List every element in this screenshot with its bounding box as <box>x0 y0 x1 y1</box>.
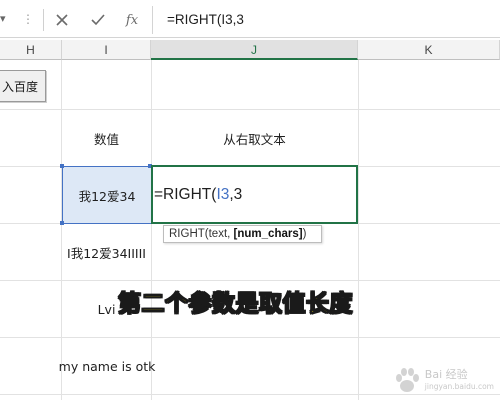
cell-j2-header[interactable]: 从右取文本 <box>151 110 358 166</box>
grid-line <box>358 60 359 400</box>
name-box-dropdown-icon[interactable]: ▾ <box>0 12 14 30</box>
insert-function-button[interactable]: fx <box>120 9 144 31</box>
paw-logo-icon <box>395 368 419 392</box>
tooltip-arg-num-chars[interactable]: [num_chars] <box>234 228 303 240</box>
watermark-main: Bai 经验 <box>424 368 468 381</box>
watermark-text: Bai 经验 jingyan.baidu.com <box>425 369 494 393</box>
baidu-button[interactable]: 入百度 <box>0 70 46 102</box>
cell-j3-editor[interactable]: =RIGHT(I3,3 <box>151 165 358 224</box>
check-icon <box>91 14 105 26</box>
enter-formula-button[interactable] <box>86 9 110 31</box>
edit-formula-prefix: =RIGHT( <box>154 185 217 203</box>
edit-formula-suffix: ,3 <box>229 185 243 203</box>
baidu-jingyan-watermark: Bai 经验 jingyan.baidu.com <box>392 366 494 396</box>
tooltip-close-paren: ) <box>302 228 307 240</box>
watermark-sub: jingyan.baidu.com <box>424 382 494 391</box>
formula-bar-grip-icon[interactable]: ⋮ <box>22 12 34 26</box>
cancel-formula-button[interactable] <box>50 9 74 31</box>
cell-i5-text: Lvi <box>97 301 116 317</box>
column-header-k[interactable]: K <box>358 40 500 60</box>
column-header-i[interactable]: I <box>62 40 151 60</box>
cell-i2-header[interactable]: 数值 <box>62 110 151 166</box>
function-argument-tooltip[interactable]: RIGHT(text, [num_chars]) <box>163 225 322 243</box>
column-header-j[interactable]: J <box>151 40 358 60</box>
tooltip-function-name[interactable]: RIGHT( <box>169 228 209 240</box>
formula-bar-divider <box>43 9 44 31</box>
formula-input[interactable]: =RIGHT(I3,3 <box>152 6 500 34</box>
cell-i3[interactable]: 我12爱34 <box>62 166 152 224</box>
edit-formula-reference: I3 <box>216 185 230 203</box>
tutorial-caption: 第二个参数是取值长度 <box>118 291 354 318</box>
cell-i6[interactable]: my name is otk <box>56 338 158 394</box>
cell-i4[interactable]: I我12爱34IIIII <box>62 224 151 280</box>
tooltip-arg-text[interactable]: text, <box>209 228 234 240</box>
close-icon <box>56 14 68 26</box>
formula-bar: ▾ ⋮ fx =RIGHT(I3,3 <box>0 0 500 38</box>
column-header-h[interactable]: H <box>0 40 62 60</box>
